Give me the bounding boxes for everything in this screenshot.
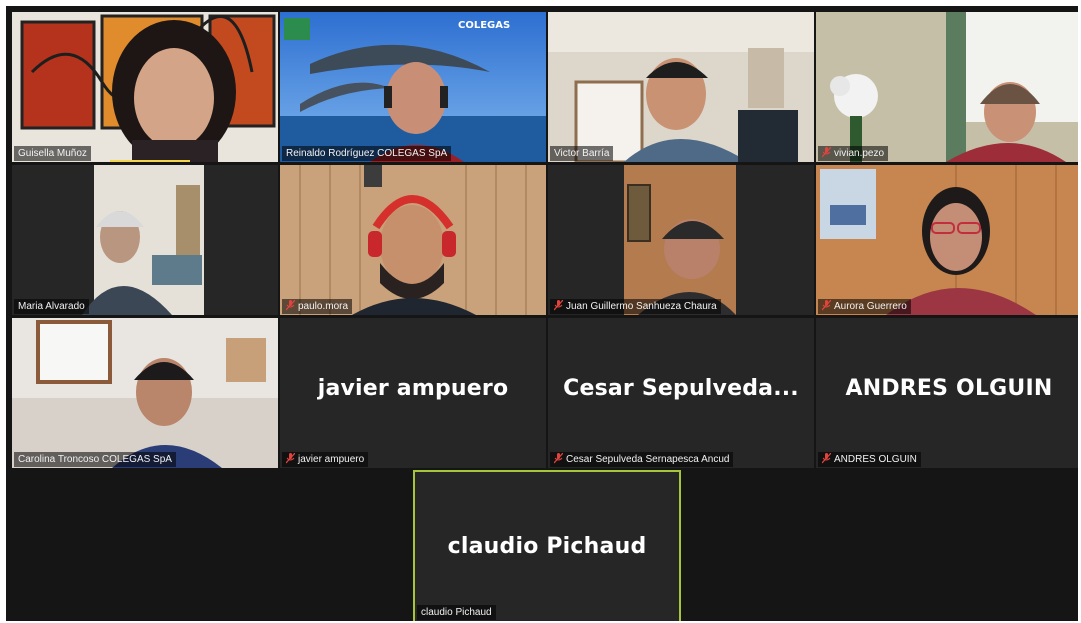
participant-name: vivian.pezo — [818, 146, 889, 161]
participant-video — [12, 12, 278, 162]
participant-name: ANDRES OLGUIN — [818, 452, 921, 467]
video-tile-javier[interactable]: javier ampuero javier ampuero — [280, 318, 546, 468]
video-tile-andres[interactable]: ANDRES OLGUIN ANDRES OLGUIN — [816, 318, 1078, 468]
participant-name: Carolina Troncoso COLEGAS SpA — [14, 452, 176, 467]
video-tile-cesar[interactable]: Cesar Sepulveda... Cesar Sepulveda Serna… — [548, 318, 814, 468]
participant-video — [12, 165, 278, 315]
mic-muted-icon — [286, 300, 295, 311]
video-tile-vivian[interactable]: vivian.pezo — [816, 12, 1078, 162]
video-tile-carolina[interactable]: Carolina Troncoso COLEGAS SpA — [12, 318, 278, 468]
participant-display-name: claudio Pichaud — [447, 534, 647, 559]
mic-muted-icon — [286, 453, 295, 464]
video-tile-victor[interactable]: Victor Barría — [548, 12, 814, 162]
mic-muted-icon — [822, 453, 831, 464]
participant-video — [280, 165, 546, 315]
participant-name: Juan Guillermo Sanhueza Chaura — [550, 299, 721, 314]
participant-video — [12, 318, 278, 468]
mic-muted-icon — [554, 300, 563, 311]
participant-display-name: javier ampuero — [317, 376, 509, 401]
participant-name: Guisella Muñoz — [14, 146, 91, 161]
participant-video: COLEGAS — [280, 12, 546, 162]
participant-display-name: Cesar Sepulveda... — [563, 376, 799, 401]
mic-muted-icon — [822, 300, 831, 311]
participant-video — [816, 12, 1078, 162]
participant-video — [816, 165, 1078, 315]
participant-video — [548, 165, 814, 315]
mic-muted-icon — [554, 453, 563, 464]
participant-display-name: ANDRES OLGUIN — [845, 376, 1053, 401]
participant-name: Reinaldo Rodríguez COLEGAS SpA — [282, 146, 452, 161]
participant-name: Cesar Sepulveda Sernapesca Ancud — [550, 452, 734, 467]
mic-muted-icon — [822, 147, 831, 158]
video-tile-maria[interactable]: Maria Alvarado — [12, 165, 278, 315]
participant-video — [548, 12, 814, 162]
participant-name: Victor Barría — [550, 146, 614, 161]
video-tile-paulo[interactable]: paulo.mora — [280, 165, 546, 315]
gallery-view: Guisella Muñoz COLEGAS Reinaldo Rodrígue… — [6, 6, 1078, 621]
participant-name: Aurora Guerrero — [818, 299, 911, 314]
participant-name: Maria Alvarado — [14, 299, 89, 314]
background-brand-text: COLEGAS — [458, 20, 510, 31]
speaking-indicator — [110, 160, 190, 162]
participant-name: claudio Pichaud — [417, 605, 496, 620]
participant-name: javier ampuero — [282, 452, 369, 467]
video-tile-claudio[interactable]: claudio Pichaud claudio Pichaud — [413, 470, 681, 621]
video-tile-juan[interactable]: Juan Guillermo Sanhueza Chaura — [548, 165, 814, 315]
video-tile-guisella[interactable]: Guisella Muñoz — [12, 12, 278, 162]
video-tile-aurora[interactable]: Aurora Guerrero — [816, 165, 1078, 315]
video-tile-reinaldo[interactable]: COLEGAS Reinaldo Rodríguez COLEGAS SpA — [280, 12, 546, 162]
participant-name: paulo.mora — [282, 299, 353, 314]
